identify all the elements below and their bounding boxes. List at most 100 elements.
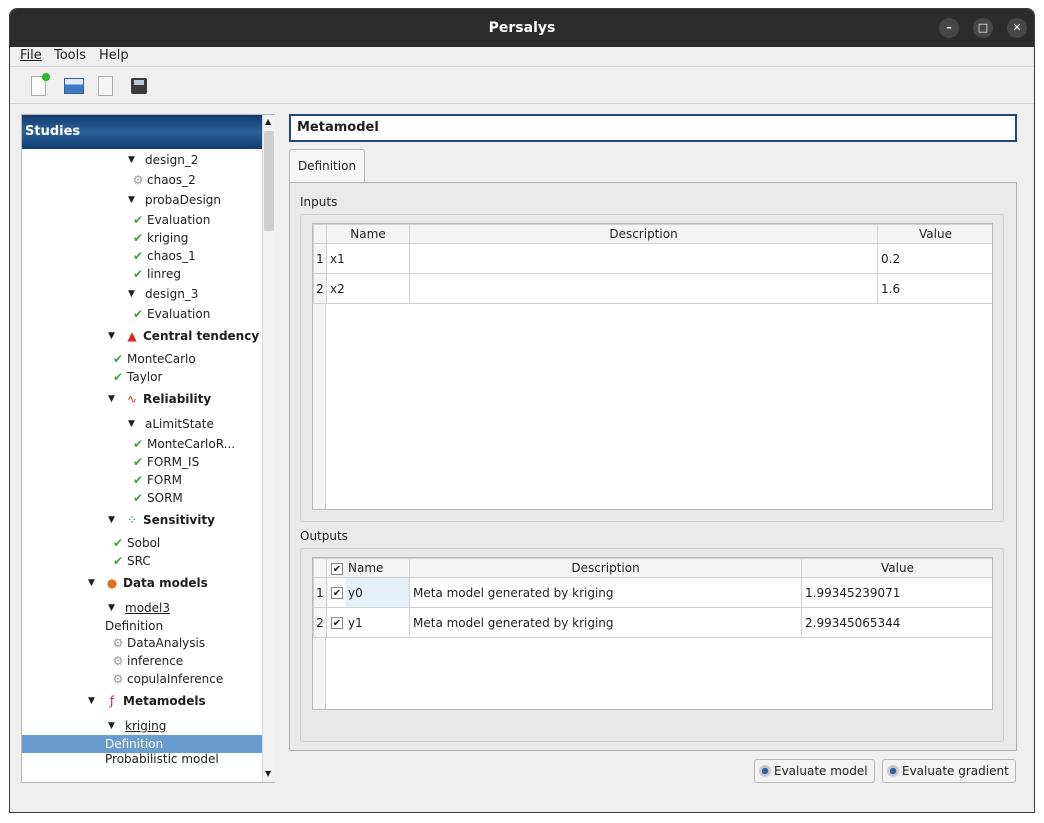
evaluate-model-button[interactable]: Evaluate model (754, 759, 875, 783)
select-all-checkbox[interactable]: ✔ (331, 562, 343, 575)
check-icon: ✔ (132, 249, 144, 263)
tree-item-label: kriging (125, 719, 167, 733)
output-name-cell[interactable]: ✔ y0 (326, 577, 410, 608)
row-number: 1 (313, 243, 327, 274)
tree-item[interactable]: ▼ ƒ Metamodels (22, 692, 262, 710)
output-name-cell[interactable]: ✔ y1 (326, 607, 410, 638)
input-description-cell[interactable] (409, 273, 878, 304)
expand-arrow-icon[interactable]: ▼ (108, 327, 115, 345)
tree-item[interactable]: ⚙ DataAnalysis (22, 634, 262, 652)
menu-help[interactable]: Help (99, 48, 129, 63)
tree-item-label: Metamodels (123, 694, 206, 708)
row-number: 1 (313, 577, 327, 608)
gear-icon (759, 765, 771, 777)
tree-item[interactable]: ✔ kriging (22, 229, 262, 247)
tree-item-label: SORM (147, 491, 183, 505)
gear-icon: ⚙ (112, 636, 124, 650)
output-checkbox[interactable]: ✔ (331, 617, 343, 629)
expand-arrow-icon[interactable]: ▼ (88, 692, 95, 710)
expand-arrow-icon[interactable]: ▼ (128, 285, 135, 303)
tree-item[interactable]: ✔ Sobol (22, 534, 262, 552)
item-title-field[interactable]: Metamodel (289, 114, 1017, 142)
tree-item[interactable]: ⚙ chaos_2 (22, 171, 262, 189)
tree-item[interactable]: ▼ ● Data models (22, 574, 262, 592)
tree-item[interactable]: ▼ ⁘ Sensitivity (22, 511, 262, 529)
column-header-value[interactable]: Value (801, 558, 992, 578)
tree-item[interactable]: ▼ design_2 (22, 151, 262, 169)
evaluate-gradient-button[interactable]: Evaluate gradient (882, 759, 1016, 783)
tree-item[interactable]: ▼ design_3 (22, 285, 262, 303)
expand-arrow-icon[interactable]: ▼ (128, 415, 135, 433)
tree-item[interactable]: ▼ ∿ Reliability (22, 390, 262, 408)
column-header-name[interactable]: ✔ Name (326, 558, 410, 578)
column-header-name[interactable]: Name (326, 224, 410, 244)
tree-item[interactable]: Probabilistic model (22, 750, 262, 768)
output-checkbox[interactable]: ✔ (331, 587, 343, 599)
close-button[interactable]: ✕ (1007, 18, 1027, 38)
tree-item[interactable]: ✔ linreg (22, 265, 262, 283)
tab-definition[interactable]: Definition (289, 149, 365, 183)
input-name-cell[interactable]: x2 (326, 273, 410, 304)
tree-item[interactable]: ✔ MonteCarloR... (22, 435, 262, 453)
tree-item[interactable]: ▼ model3 (22, 599, 262, 617)
tree-item[interactable]: ▼ kriging (22, 717, 262, 735)
table-row: 2 ✔ y1 Meta model generated by kriging 2.993… (313, 607, 992, 638)
check-icon: ✔ (132, 307, 144, 321)
tree-item[interactable]: Definition (22, 617, 262, 635)
row-number: 2 (313, 607, 327, 638)
evaluate-gradient-label: Evaluate gradient (902, 764, 1009, 778)
input-name-cell[interactable]: x1 (326, 243, 410, 274)
expand-arrow-icon[interactable]: ▼ (108, 717, 115, 735)
save-icon[interactable] (131, 78, 147, 94)
import-icon[interactable] (98, 76, 113, 96)
open-study-icon[interactable] (64, 78, 84, 94)
tree-item[interactable]: ✔ MonteCarlo (22, 350, 262, 368)
menu-file[interactable]: File (20, 48, 42, 63)
tree-item[interactable]: ▼ probaDesign (22, 191, 262, 209)
tree-item-label: Probabilistic model (105, 752, 219, 766)
gear-icon (887, 765, 899, 777)
tree-scrollbar[interactable]: ▲ ▼ (262, 115, 275, 782)
check-icon: ✔ (112, 370, 124, 384)
tree-item[interactable]: ✔ FORM_IS (22, 453, 262, 471)
tree-item[interactable]: ✔ Taylor (22, 368, 262, 386)
maximize-button[interactable]: □ (973, 18, 993, 38)
column-header-description[interactable]: Description (409, 558, 802, 578)
input-value-cell[interactable]: 1.6 (877, 273, 992, 304)
new-study-icon[interactable] (31, 73, 50, 96)
tree-item[interactable]: ✔ Evaluation (22, 305, 262, 323)
scroll-up-arrow-icon[interactable]: ▲ (265, 117, 271, 126)
input-value-cell[interactable]: 0.2 (877, 243, 992, 274)
tree-item[interactable]: ⚙ inference (22, 652, 262, 670)
tree-item[interactable]: ✔ Evaluation (22, 211, 262, 229)
output-name: y0 (348, 585, 363, 600)
expand-arrow-icon[interactable]: ▼ (108, 599, 115, 617)
minimize-button[interactable]: – (939, 18, 959, 38)
column-header-description[interactable]: Description (409, 224, 878, 244)
tree-item[interactable]: ✔ SRC (22, 552, 262, 570)
app-window: Persalys – □ ✕ File Tools Help Studies ▼… (9, 8, 1035, 813)
tree-item[interactable]: ✔ SORM (22, 489, 262, 507)
check-icon: ✔ (132, 267, 144, 281)
tree-item[interactable]: ⚙ copulaInference (22, 670, 262, 688)
tree-item[interactable]: ✔ chaos_1 (22, 247, 262, 265)
tree-item[interactable]: ▼ aLimitState (22, 415, 262, 433)
output-description-cell[interactable]: Meta model generated by kriging (409, 607, 802, 638)
tree-item[interactable]: ▼ ▲ Central tendency (22, 327, 262, 345)
input-description-cell[interactable] (409, 243, 878, 274)
scroll-down-arrow-icon[interactable]: ▼ (265, 769, 271, 778)
expand-arrow-icon[interactable]: ▼ (108, 390, 115, 408)
tree-item-label: design_2 (145, 153, 199, 167)
output-value-cell[interactable]: 1.99345239071 (801, 577, 992, 608)
expand-arrow-icon[interactable]: ▼ (108, 511, 115, 529)
scroll-thumb[interactable] (264, 131, 274, 231)
check-icon: ✔ (112, 536, 124, 550)
expand-arrow-icon[interactable]: ▼ (128, 191, 135, 209)
output-description-cell[interactable]: Meta model generated by kriging (409, 577, 802, 608)
expand-arrow-icon[interactable]: ▼ (128, 151, 135, 169)
column-header-value[interactable]: Value (877, 224, 992, 244)
menu-tools[interactable]: Tools (54, 48, 86, 63)
output-value-cell[interactable]: 2.99345065344 (801, 607, 992, 638)
expand-arrow-icon[interactable]: ▼ (88, 574, 95, 592)
tree-item[interactable]: ✔ FORM (22, 471, 262, 489)
